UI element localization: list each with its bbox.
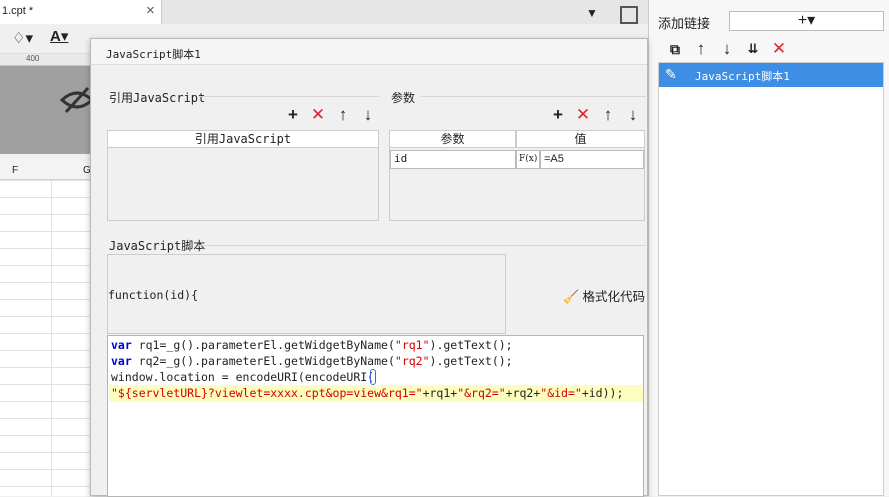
param-down-icon[interactable]: ↓: [624, 106, 642, 124]
delete-param-icon[interactable]: ✕: [574, 106, 592, 124]
add-ref-icon[interactable]: +: [284, 106, 302, 124]
function-header: function(id){: [108, 288, 199, 302]
add-param-icon[interactable]: +: [549, 106, 567, 124]
column-f-label: F: [12, 165, 19, 176]
move-up-icon[interactable]: ↑: [692, 40, 710, 58]
link-list: [658, 62, 884, 496]
param-value-cell[interactable]: =A5: [540, 150, 644, 169]
ref-down-icon[interactable]: ↓: [359, 106, 377, 124]
param-up-icon[interactable]: ↑: [599, 106, 617, 124]
sort-icon[interactable]: ⇊: [744, 40, 762, 58]
param-value-header: 值: [516, 130, 645, 148]
ref-section-label: 引用JavaScript: [109, 91, 206, 105]
code-line-3: window.location = encodeURI(encodeURI(: [111, 370, 375, 384]
paint-bucket-icon[interactable]: ♢▾: [12, 29, 33, 47]
copy-icon[interactable]: ⧉: [666, 40, 684, 58]
ref-table-header: 引用JavaScript: [107, 130, 379, 148]
file-tab[interactable]: 1.cpt * ×: [0, 0, 162, 24]
add-link-dropdown[interactable]: +▾: [729, 11, 884, 31]
font-color-icon[interactable]: A▾: [50, 27, 68, 45]
grid-view-icon[interactable]: [620, 6, 638, 24]
top-strip: [162, 0, 648, 24]
spreadsheet-grid[interactable]: [0, 180, 92, 496]
close-tab-icon[interactable]: ×: [146, 2, 155, 19]
link-item-label: JavaScript脚本1: [695, 70, 790, 83]
code-line-1: var rq1=_g().parameterEl.getWidgetByName…: [111, 338, 513, 352]
function-header-box: function(id){: [107, 254, 506, 334]
link-list-item[interactable]: ✎ JavaScript脚本1: [659, 63, 883, 87]
javascript-dialog: JavaScript脚本1 引用JavaScript + ✕ ↑ ↓ 引用Jav…: [90, 38, 648, 497]
hidden-eye-icon: [60, 86, 94, 114]
param-name-header: 参数: [389, 130, 516, 148]
delete-ref-icon[interactable]: ✕: [309, 106, 327, 124]
format-code-label: 格式化代码: [582, 290, 646, 304]
param-name-cell[interactable]: id: [390, 150, 516, 169]
script-section-label: JavaScript脚本: [109, 239, 206, 253]
ref-up-icon[interactable]: ↑: [334, 106, 352, 124]
delete-link-icon[interactable]: ✕: [770, 40, 788, 58]
dialog-title: JavaScript脚本1: [106, 48, 201, 61]
formula-icon[interactable]: F(x): [516, 150, 540, 169]
param-section-label: 参数: [391, 91, 416, 105]
add-link-title: 添加链接: [658, 16, 711, 31]
format-code-button[interactable]: 🧹 格式化代码: [563, 286, 645, 305]
bracket-match-marker: [370, 369, 376, 385]
dropdown-arrow-icon[interactable]: ▼: [586, 6, 598, 20]
link-toolbar: ⧉ ↑ ↓ ⇊ ✕: [658, 36, 888, 62]
code-line-4: "${servletURL}?viewlet=xxxx.cpt&op=view&…: [111, 386, 624, 400]
ruler-number: 400: [26, 54, 40, 63]
move-down-icon[interactable]: ↓: [718, 40, 736, 58]
file-tab-label: 1.cpt *: [2, 5, 34, 17]
code-editor[interactable]: var rq1=_g().parameterEl.getWidgetByName…: [107, 335, 644, 497]
edit-icon: ✎: [665, 66, 677, 82]
param-section-line: [421, 96, 646, 97]
script-section-line: [199, 245, 646, 246]
code-line-2: var rq2=_g().parameterEl.getWidgetByName…: [111, 354, 513, 368]
ref-section-line: [199, 96, 379, 97]
broom-icon: 🧹: [563, 289, 580, 304]
